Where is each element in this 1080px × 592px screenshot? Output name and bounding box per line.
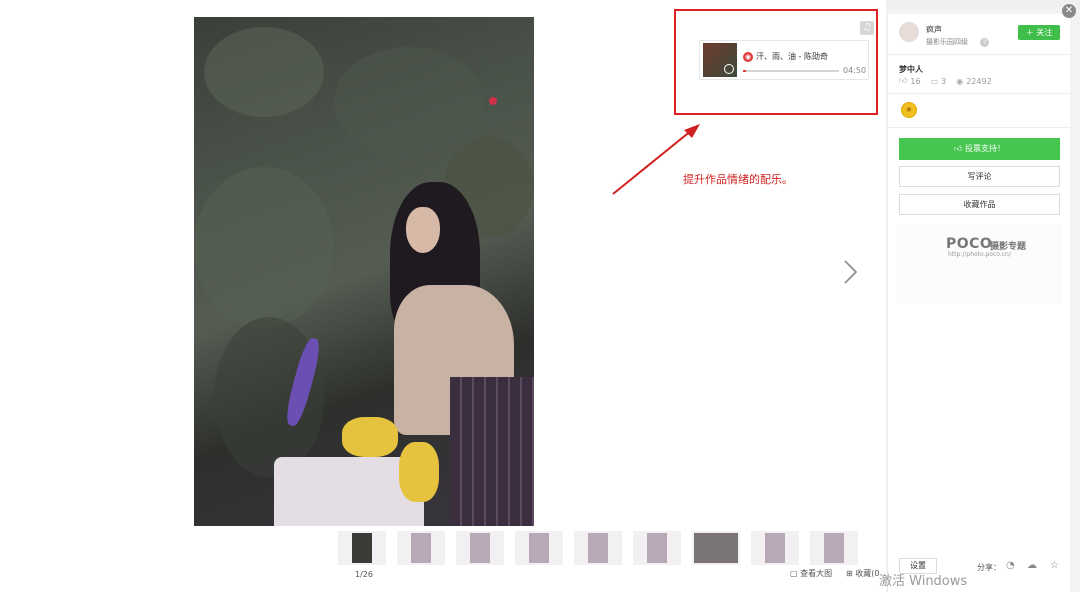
divider	[888, 127, 1071, 128]
comments-stat: ▭ 3	[931, 76, 947, 86]
windows-activation-watermark: 激活 Windows	[879, 574, 968, 589]
thumbnail-image	[647, 533, 667, 563]
thumbnail-image	[588, 533, 608, 563]
chevron-right-icon[interactable]	[840, 258, 860, 286]
yellow-glove	[342, 417, 398, 457]
wechat-icon[interactable]: ☁	[1027, 560, 1037, 571]
sidebar: 疯声 摄影乐园四级 ? ＋ 关注 梦中人 👍︎ 16 ▭ 3 ◉ 22492 ★ 👍︎…	[887, 14, 1071, 592]
view-large-link[interactable]: ▢ 查看大图	[790, 568, 832, 579]
promo-banner[interactable]: POCO 摄影专题 http://photo.poco.cn/	[896, 224, 1062, 304]
avatar[interactable]	[899, 22, 919, 42]
write-comment-button[interactable]: 写评论	[899, 166, 1060, 187]
views-count: 22492	[966, 76, 992, 86]
eye-icon: ◉	[956, 76, 964, 86]
thumbnail[interactable]	[692, 531, 740, 565]
red-flower	[489, 97, 497, 105]
main-photo[interactable]	[194, 17, 534, 526]
photo-counter: 1/26	[355, 570, 373, 579]
foliage	[194, 167, 334, 327]
thumbnail-image	[352, 533, 372, 563]
work-stats: 👍︎ 16 ▭ 3 ◉ 22492	[899, 76, 992, 86]
close-icon[interactable]: ✕	[1062, 4, 1076, 18]
thumbnail[interactable]	[574, 531, 622, 565]
comment-icon: ▭	[930, 76, 939, 86]
support-label: 投票支持！	[964, 144, 1005, 153]
thumbnail-image	[824, 533, 844, 563]
weibo-icon[interactable]: ◔	[1006, 560, 1015, 571]
view-large-label: 查看大图	[800, 569, 833, 578]
thumbnail-image	[470, 533, 490, 563]
thumbnail[interactable]	[338, 531, 386, 565]
support-button[interactable]: 👍︎ 投票支持！	[899, 138, 1060, 160]
author-name[interactable]: 疯声	[926, 24, 942, 35]
thumbnail-image	[529, 533, 549, 563]
thumbnail[interactable]	[633, 531, 681, 565]
promo-url: http://photo.poco.cn/	[948, 251, 1011, 258]
thumbs-up-icon: 👍︎	[899, 76, 908, 85]
follow-button[interactable]: ＋ 关注	[1018, 25, 1060, 40]
highlight-box	[674, 9, 878, 115]
follow-label: 关注	[1036, 28, 1053, 37]
views-stat: ◉ 22492	[956, 76, 991, 86]
comments-count: 3	[941, 76, 947, 86]
thumbnail[interactable]	[751, 531, 799, 565]
foliage	[204, 27, 324, 117]
subject-face	[406, 207, 440, 253]
share-label: 分享：	[977, 563, 1001, 572]
annotation-arrow-icon	[612, 124, 700, 195]
thumbnail[interactable]	[397, 531, 445, 565]
promo-brand: POCO	[946, 236, 993, 252]
thumbnail-image	[694, 533, 738, 563]
thumbnail[interactable]	[515, 531, 563, 565]
collect-link[interactable]: ⊞ 收藏(0	[846, 568, 879, 579]
divider	[888, 54, 1071, 55]
annotation-text: 提升作品情绪的配乐。	[683, 173, 793, 186]
thumbnail[interactable]	[456, 531, 504, 565]
medal-icon[interactable]: ★	[901, 102, 917, 118]
thumbnail-image	[765, 533, 785, 563]
yellow-glove	[399, 442, 439, 502]
likes-count: 16	[910, 76, 921, 86]
thumbnail[interactable]	[810, 531, 858, 565]
star-icon[interactable]: ☆	[1050, 560, 1059, 571]
likes-stat: 👍︎ 16	[899, 76, 921, 86]
thumbnail-image	[411, 533, 431, 563]
collect-label: 收藏(0	[855, 569, 880, 578]
divider	[888, 93, 1071, 94]
foliage	[334, 47, 484, 157]
thumbnail-strip	[338, 531, 858, 565]
help-icon[interactable]: ?	[980, 38, 989, 47]
work-title: 梦中人	[899, 65, 923, 74]
author-level: 摄影乐园四级	[926, 38, 968, 46]
favorite-button[interactable]: 收藏作品	[899, 194, 1060, 215]
subject-skirt	[450, 377, 534, 526]
